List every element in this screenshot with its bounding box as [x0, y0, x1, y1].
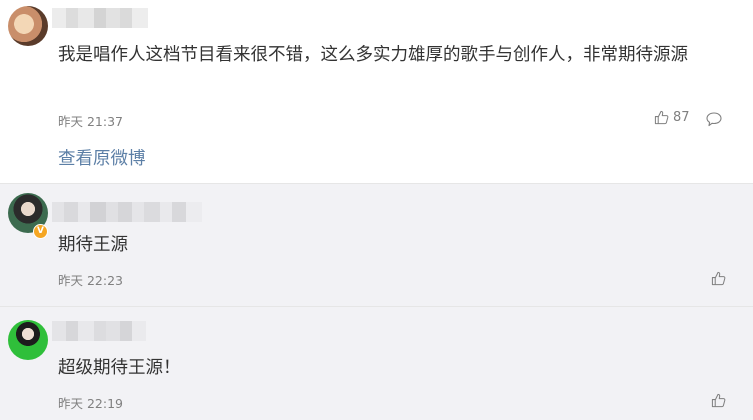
comment-time: 昨天 21:37 [58, 114, 123, 129]
comment-time: 昨天 22:19 [58, 396, 123, 411]
like-button[interactable] [711, 271, 726, 286]
reply-comment: V 期待王源 昨天 22:23 [0, 184, 753, 306]
thumbs-up-icon [711, 393, 726, 408]
like-button[interactable] [711, 393, 726, 408]
comment-text: 超级期待王源！ [58, 358, 181, 378]
view-original-weibo-link[interactable]: 查看原微博 [58, 145, 146, 170]
thumbs-up-icon [711, 271, 726, 286]
comment-main: 我是唱作人这档节目看来很不错，这么多实力雄厚的歌手与创作人，非常期待源源 昨天 … [0, 0, 753, 183]
like-count: 87 [673, 110, 690, 125]
username-blurred[interactable] [52, 202, 202, 222]
reply-comment: 超级期待王源！ 昨天 22:19 [0, 307, 753, 420]
thumbs-up-icon [654, 110, 669, 125]
verified-badge-icon: V [33, 224, 48, 239]
comment-time: 昨天 22:23 [58, 273, 123, 288]
comment-text: 期待王源 [58, 235, 128, 255]
username-blurred[interactable] [52, 321, 146, 341]
like-button[interactable]: 87 [654, 110, 690, 125]
user-avatar[interactable] [8, 6, 48, 46]
comment-bubble-icon [706, 112, 722, 127]
username-blurred[interactable] [52, 8, 148, 28]
reply-button[interactable] [706, 111, 722, 131]
user-avatar[interactable] [8, 320, 48, 360]
comment-text: 我是唱作人这档节目看来很不错，这么多实力雄厚的歌手与创作人，非常期待源源 [58, 45, 688, 65]
